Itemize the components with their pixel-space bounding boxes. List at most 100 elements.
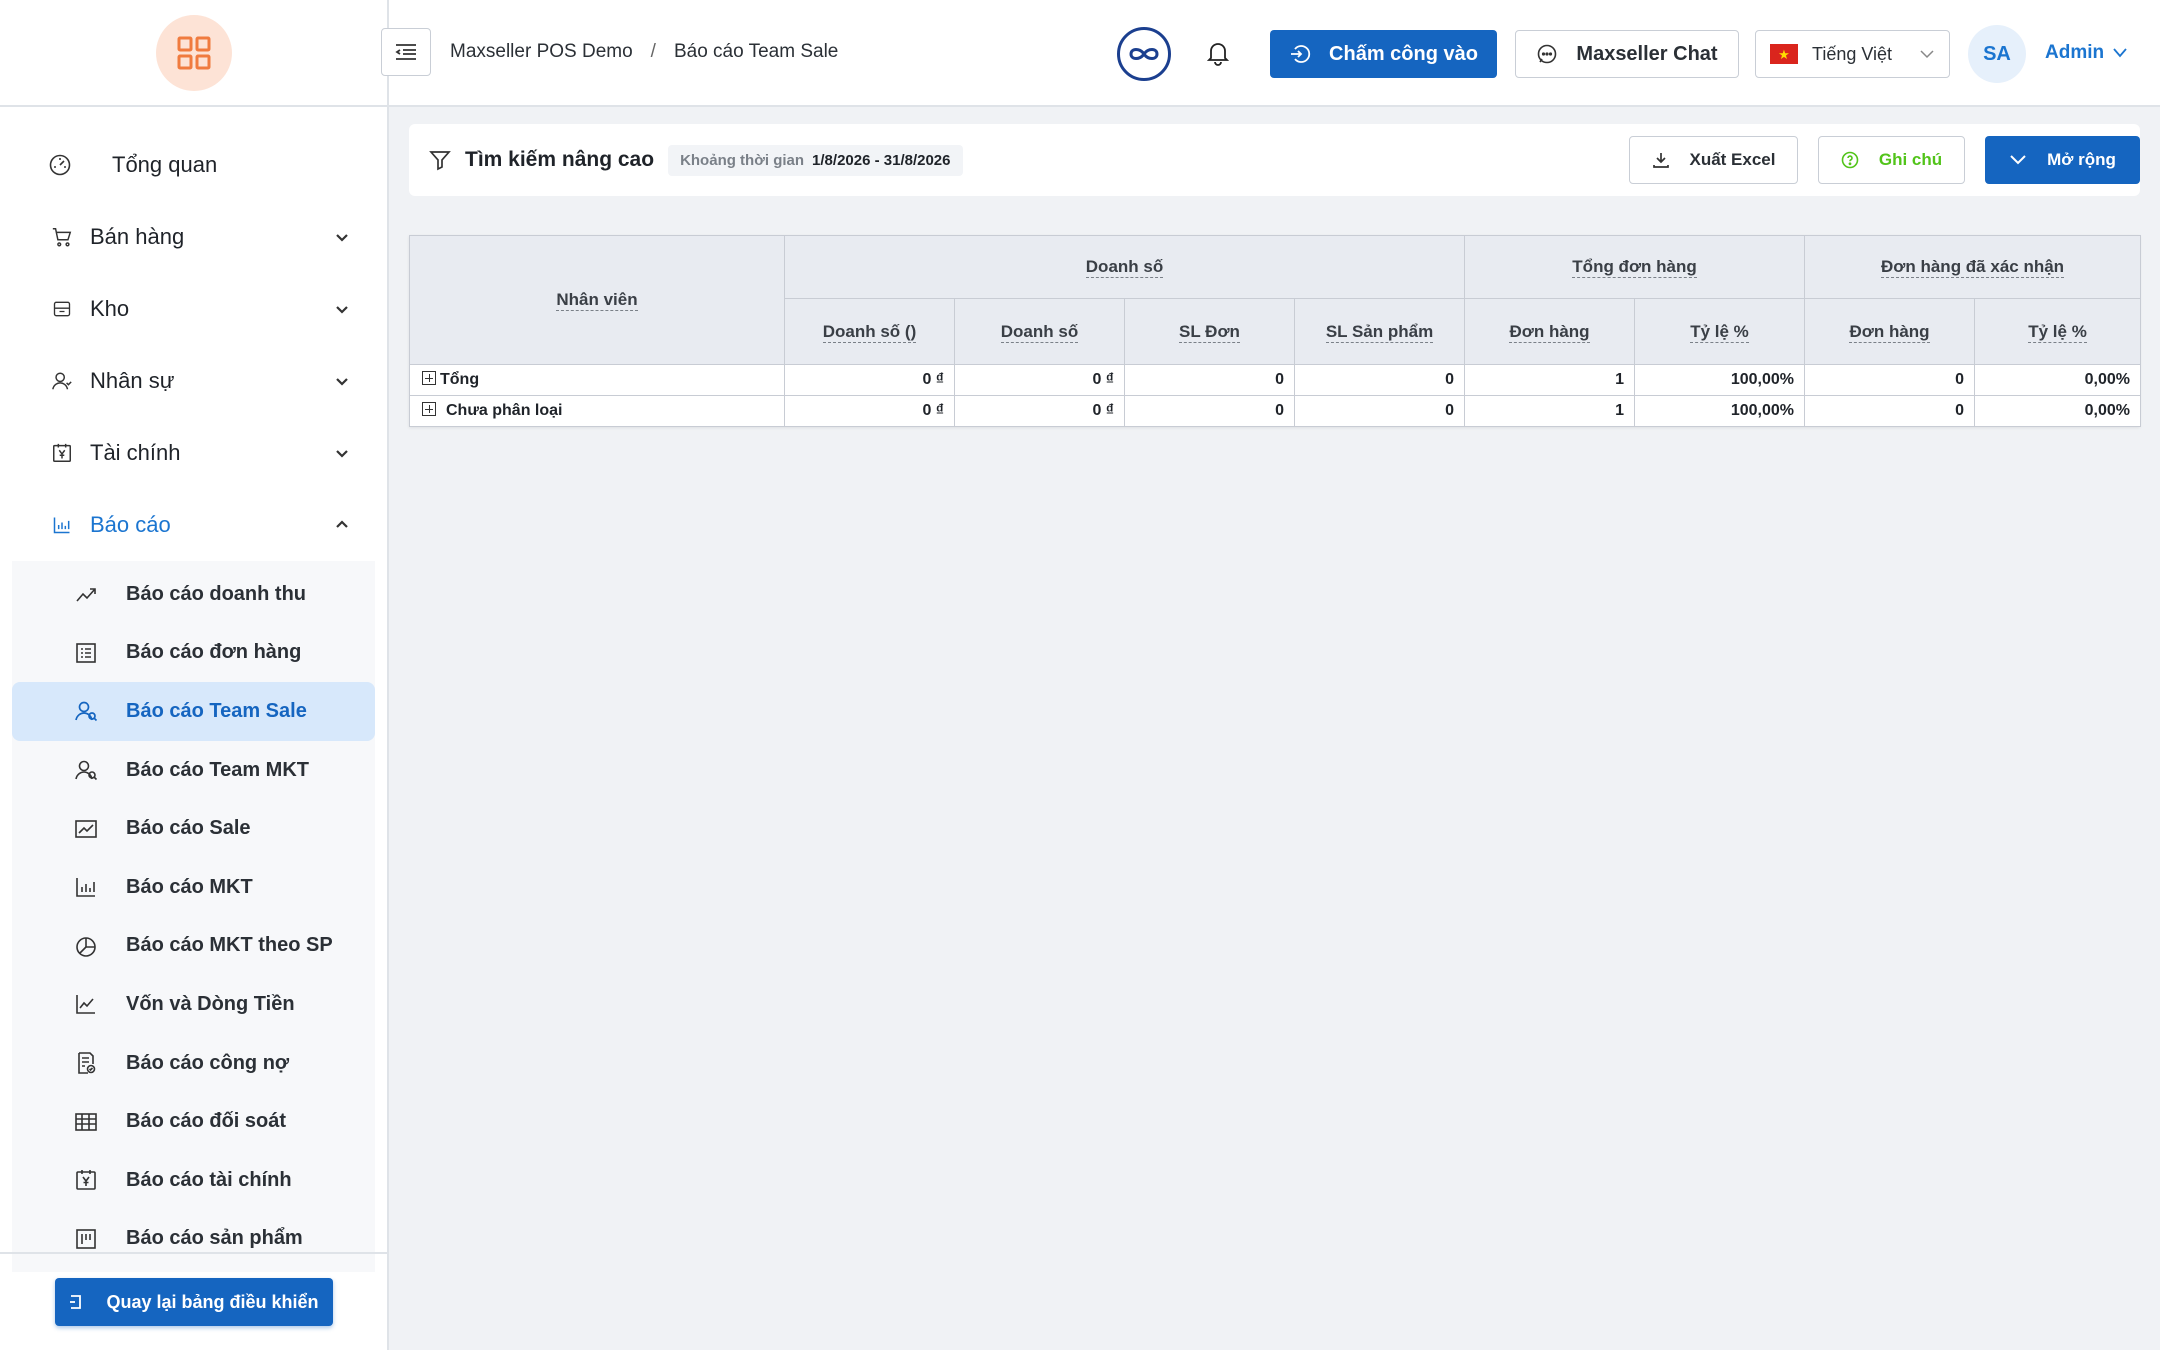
- submenu-item-mkt-by-product-report[interactable]: Báo cáo MKT theo SP: [12, 917, 375, 976]
- chat-bubble-icon: [1538, 44, 1557, 64]
- table-cell: 0: [1124, 395, 1295, 427]
- row-name-cell[interactable]: Chưa phân loại: [409, 395, 785, 427]
- submenu-item-team-mkt-report[interactable]: Báo cáo Team MKT: [12, 741, 375, 800]
- column-header[interactable]: Tỷ lệ %: [1974, 298, 2142, 365]
- table-cell: 0: [1804, 364, 1976, 396]
- list-doc-icon: [72, 639, 100, 667]
- check-in-label: Chấm công vào: [1329, 42, 1478, 65]
- sidebar-item-overview[interactable]: Tổng quan: [0, 129, 387, 201]
- sidebar-item-finance[interactable]: Tài chính: [0, 417, 387, 489]
- back-to-dashboard-button[interactable]: Quay lại bảng điều khiển: [54, 1278, 333, 1326]
- column-header[interactable]: Doanh số (): [784, 298, 955, 365]
- date-range-chip[interactable]: Khoảng thời gian 1/8/2026 - 31/8/2026: [668, 144, 963, 176]
- chevron-down-icon: [336, 234, 348, 242]
- calendar-yen-icon: [48, 439, 76, 467]
- sidebar-item-reports[interactable]: Báo cáo: [0, 489, 387, 561]
- dashboard-gauge-icon: [46, 151, 74, 179]
- calendar-yen-icon: [72, 1166, 100, 1194]
- maxseller-chat-button[interactable]: Maxseller Chat: [1515, 30, 1739, 78]
- table-cell: 0 ₫: [954, 364, 1125, 396]
- breadcrumb-current: Báo cáo Team Sale: [673, 41, 839, 62]
- line-chart-icon: [72, 990, 100, 1018]
- vietnam-flag-icon: ★: [1770, 44, 1798, 64]
- advanced-search-title[interactable]: Tìm kiếm nâng cao: [465, 148, 654, 172]
- reports-submenu: Báo cáo doanh thu Báo cáo đơn hàng Báo c…: [12, 561, 375, 1273]
- avatar[interactable]: SA: [1968, 25, 2026, 83]
- bar-chart-icon: [48, 511, 76, 539]
- submenu-item-label: Báo cáo đơn hàng: [126, 641, 302, 664]
- product-board-icon: [72, 1225, 100, 1253]
- area-chart-icon: [72, 815, 100, 843]
- sidebar-item-label: Kho: [90, 296, 130, 321]
- submenu-item-label: Báo cáo công nợ: [126, 1051, 290, 1074]
- date-range-value: 1/8/2026 - 31/8/2026: [812, 151, 951, 169]
- user-icon: [48, 367, 76, 395]
- submenu-item-mkt-report[interactable]: Báo cáo MKT: [12, 858, 375, 917]
- breadcrumb-home[interactable]: Maxseller POS Demo: [450, 41, 633, 63]
- table-grid-icon: [72, 1108, 100, 1136]
- table-row: Chưa phân loại 0 ₫ 0 ₫ 0 0 1 100,00% 0 0…: [409, 395, 2142, 427]
- column-header[interactable]: Đơn hàng: [1804, 298, 1976, 365]
- infinity-app-button[interactable]: [1117, 27, 1171, 81]
- note-button[interactable]: Ghi chú: [1818, 136, 1965, 184]
- column-header[interactable]: SL Sản phẩm: [1293, 298, 1466, 365]
- chat-label: Maxseller Chat: [1576, 42, 1718, 65]
- table-cell: 0: [1804, 395, 1976, 427]
- top-header: Maxseller POS Demo / Báo cáo Team Sale C…: [381, 0, 2160, 107]
- table-cell: 0: [1293, 395, 1466, 427]
- expand-button[interactable]: Mở rộng: [1985, 136, 2140, 184]
- table-cell: 0 ₫: [784, 364, 955, 396]
- submenu-item-debt-report[interactable]: Báo cáo công nợ: [12, 1034, 375, 1093]
- report-pivot-table: Nhân viên Doanh số Tổng đơn hàng Đơn hàn…: [409, 235, 2142, 427]
- submenu-item-label: Báo cáo Team MKT: [126, 758, 309, 781]
- total-orders-group-header[interactable]: Tổng đơn hàng: [1464, 235, 1806, 299]
- login-icon: [1291, 45, 1311, 63]
- submenu-item-label: Báo cáo MKT: [126, 875, 253, 898]
- date-range-label: Khoảng thời gian: [680, 151, 805, 169]
- export-excel-label: Xuất Excel: [1689, 150, 1776, 169]
- check-in-button[interactable]: Chấm công vào: [1270, 30, 1497, 78]
- sidebar-item-hr[interactable]: Nhân sự: [0, 345, 387, 417]
- submenu-item-sale-report[interactable]: Báo cáo Sale: [12, 799, 375, 858]
- app-logo[interactable]: [155, 14, 232, 91]
- submenu-item-label: Báo cáo sản phẩm: [126, 1227, 303, 1250]
- download-icon: [1652, 153, 1669, 168]
- expand-plus-icon[interactable]: [422, 371, 436, 385]
- submenu-item-finance-report[interactable]: Báo cáo tài chính: [12, 1151, 375, 1210]
- confirmed-orders-group-header[interactable]: Đơn hàng đã xác nhận: [1804, 235, 2142, 299]
- submenu-item-capital-cashflow[interactable]: Vốn và Dòng Tiền: [12, 975, 375, 1034]
- row-name-cell[interactable]: Tổng: [409, 364, 785, 396]
- user-menu[interactable]: Admin: [2045, 42, 2128, 64]
- employee-column-header[interactable]: Nhân viên: [409, 235, 785, 365]
- bar-chart-icon: [72, 873, 100, 901]
- cart-icon: [48, 223, 76, 251]
- sidebar-item-warehouse[interactable]: Kho: [0, 273, 387, 345]
- sidebar-nav: Tổng quan Bán hàng Kho Nhân sự Tài chính…: [0, 107, 387, 1273]
- sidebar: Tổng quan Bán hàng Kho Nhân sự Tài chính…: [0, 0, 389, 1350]
- grid-logo-icon: [177, 36, 210, 69]
- export-excel-button[interactable]: Xuất Excel: [1629, 136, 1798, 184]
- submenu-item-reconciliation-report[interactable]: Báo cáo đối soát: [12, 1092, 375, 1151]
- submenu-item-order-report[interactable]: Báo cáo đơn hàng: [12, 624, 375, 683]
- column-header[interactable]: Tỷ lệ %: [1634, 298, 1806, 365]
- submenu-item-revenue-report[interactable]: Báo cáo doanh thu: [12, 565, 375, 624]
- chevron-down-icon: [336, 378, 348, 386]
- chevron-down-icon: [2113, 48, 2127, 58]
- column-header[interactable]: Đơn hàng: [1464, 298, 1636, 365]
- breadcrumb: Maxseller POS Demo / Báo cáo Team Sale: [450, 41, 838, 63]
- column-header[interactable]: Doanh số: [954, 298, 1125, 365]
- expand-plus-icon[interactable]: [422, 402, 436, 416]
- revenue-group-header[interactable]: Doanh số: [783, 235, 1466, 299]
- submenu-item-label: Báo cáo tài chính: [126, 1168, 292, 1191]
- column-header[interactable]: SL Đơn: [1124, 298, 1295, 365]
- submenu-item-label: Báo cáo MKT theo SP: [126, 934, 333, 957]
- menu-toggle-button[interactable]: [381, 28, 431, 76]
- notification-bell-icon[interactable]: [1206, 40, 1233, 68]
- language-select[interactable]: ★ Tiếng Việt: [1755, 30, 1950, 78]
- table-cell: 100,00%: [1634, 364, 1806, 396]
- filter-funnel-icon[interactable]: [429, 149, 451, 171]
- table-cell: 0: [1124, 364, 1295, 396]
- submenu-item-team-sale-report[interactable]: Báo cáo Team Sale: [12, 682, 375, 741]
- sidebar-item-sales[interactable]: Bán hàng: [0, 201, 387, 273]
- team-sale-report-table: Nhân viên Doanh số Tổng đơn hàng Đơn hàn…: [409, 235, 2142, 427]
